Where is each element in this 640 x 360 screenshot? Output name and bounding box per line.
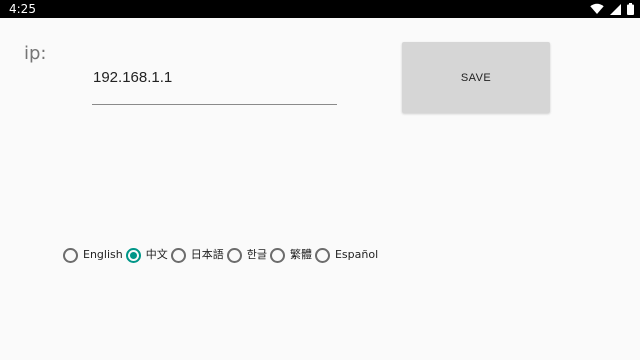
- language-label: 中文: [145, 248, 168, 261]
- language-option-chinese-traditional[interactable]: 繁體: [269, 247, 312, 263]
- language-label: 日本語: [190, 248, 224, 261]
- ip-field[interactable]: [92, 62, 337, 105]
- ip-input[interactable]: [93, 62, 333, 92]
- language-label: 한글: [246, 248, 267, 261]
- radio-button[interactable]: [170, 247, 186, 263]
- language-option-chinese-simplified[interactable]: 中文: [125, 247, 168, 263]
- battery-icon: [627, 3, 634, 15]
- language-option-japanese[interactable]: 日本語: [170, 247, 224, 263]
- wifi-icon: [590, 3, 604, 15]
- cellular-icon: [610, 3, 621, 15]
- language-option-spanish[interactable]: Español: [314, 247, 379, 263]
- language-label: 繁體: [289, 248, 312, 261]
- language-option-english[interactable]: English: [63, 247, 123, 263]
- status-icons: [590, 2, 634, 16]
- status-bar: 4:25: [0, 0, 640, 18]
- status-time: 4:25: [9, 2, 36, 16]
- radio-button[interactable]: [269, 247, 285, 263]
- language-option-korean[interactable]: 한글: [226, 247, 267, 263]
- radio-button[interactable]: [226, 247, 242, 263]
- main-content: ip: SAVE English 中文 日本語 한글 繁體 Español: [0, 18, 640, 360]
- radio-button-checked[interactable]: [125, 247, 141, 263]
- language-radio-group: English 中文 日本語 한글 繁體 Español: [63, 246, 381, 264]
- radio-button[interactable]: [314, 247, 330, 263]
- save-button[interactable]: SAVE: [402, 42, 550, 113]
- language-label: Español: [334, 248, 379, 261]
- radio-button[interactable]: [63, 247, 78, 263]
- language-label: English: [83, 248, 123, 261]
- ip-label: ip:: [24, 43, 47, 64]
